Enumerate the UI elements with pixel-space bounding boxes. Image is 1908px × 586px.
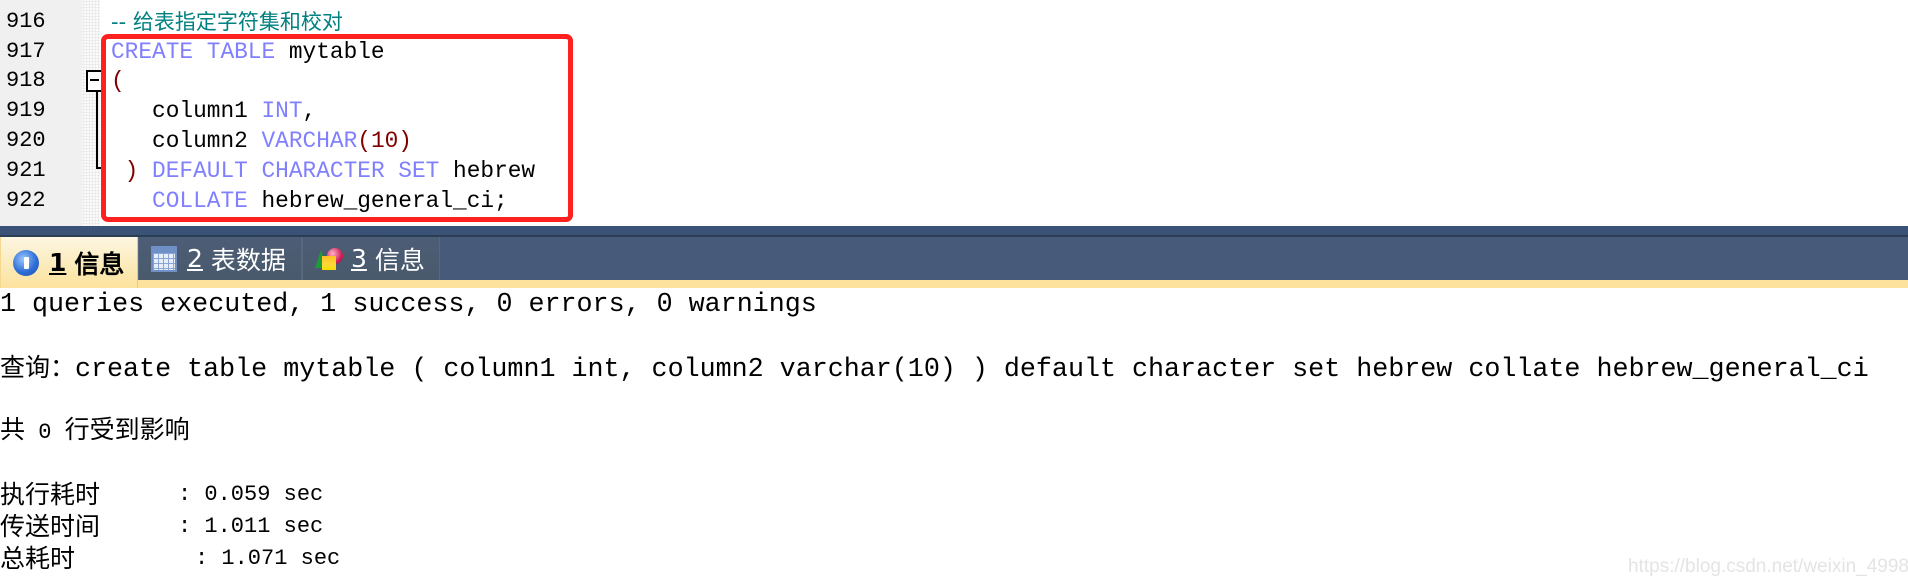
tabbar-top-border (0, 226, 1908, 235)
line-number: 920 (6, 128, 46, 153)
tab-messages-3[interactable]: 3 信息 (302, 237, 440, 280)
timing-value: : 1.071 sec (195, 546, 341, 571)
tab-messages-1[interactable]: 1 信息 (0, 237, 138, 288)
affected-prefix: 共 (0, 415, 26, 444)
tab-number: 1 (49, 248, 67, 277)
line-number: 919 (6, 98, 46, 123)
tab-label: 信息 (74, 249, 125, 279)
timing-value: : 0.059 sec (178, 482, 324, 507)
timing-value: : 1.011 sec (178, 514, 324, 539)
line-number: 916 (6, 9, 46, 34)
fold-collapse-icon[interactable] (86, 70, 103, 92)
query-label: 查询： (0, 353, 76, 382)
fold-guide-end (96, 167, 103, 169)
query-text: create table mytable ( column1 int, colu… (75, 355, 1869, 385)
code-text: ( (111, 66, 125, 96)
result-messages-pane[interactable]: 1 queries executed, 1 success, 0 errors,… (0, 288, 1908, 586)
sql-keyword: VARCHAR (261, 128, 358, 154)
affected-rows-line: 共 0 行受到影响 (0, 414, 190, 449)
tab-label: 表数据 (210, 245, 286, 275)
identifier: hebrew_general_ci; (247, 188, 508, 214)
code-text: CREATE TABLE mytable (111, 37, 385, 67)
timing-label: 执行耗时 (0, 480, 101, 509)
line-number: 917 (6, 39, 46, 64)
identifier: column1 (152, 98, 262, 124)
tab-label: 信息 (374, 245, 425, 275)
sql-keyword: INT (261, 98, 303, 124)
sql-keyword: CREATE TABLE (111, 39, 276, 65)
identifier: column2 (152, 128, 262, 154)
code-line[interactable]: 919 column1 INT, (0, 96, 1908, 126)
code-text: ) DEFAULT CHARACTER SET hebrew (111, 156, 535, 186)
tabbar-bottom-border (0, 280, 1908, 288)
tab-table-data[interactable]: 2 表数据 (138, 237, 302, 280)
tab-number: 2 (187, 244, 203, 273)
info-icon (13, 249, 39, 276)
paren: ) (111, 158, 139, 184)
tab-number: 3 (351, 244, 367, 273)
code-line[interactable]: 920 column2 VARCHAR(10) (0, 126, 1908, 156)
affected-suffix: 行受到影响 (64, 415, 190, 444)
watermark: https://blog.csdn.net/weixin_49984044 (1628, 556, 1908, 577)
timing-label: 传送时间 (0, 512, 101, 541)
code-line[interactable]: 916 -- 给表指定字符集和校对 (0, 7, 1908, 37)
code-line[interactable]: 921 ) DEFAULT CHARACTER SET hebrew (0, 156, 1908, 186)
execution-summary: 1 queries executed, 1 success, 0 errors,… (0, 290, 817, 320)
code-text: COLLATE hebrew_general_ci; (111, 186, 508, 216)
code-text: column2 VARCHAR(10) (111, 126, 412, 156)
sql-comment: -- 给表指定字符集和校对 (111, 10, 343, 34)
fold-guide-line (96, 91, 98, 169)
identifier: mytable (275, 39, 385, 65)
code-line[interactable]: 917 CREATE TABLE mytable (0, 37, 1908, 67)
affected-count: 0 (25, 420, 65, 445)
code-line[interactable]: 918 ( (0, 66, 1908, 96)
line-number: 922 (6, 188, 46, 213)
shapes-icon (315, 246, 343, 272)
sql-editor[interactable]: 916 -- 给表指定字符集和校对 917 CREATE TABLE mytab… (0, 0, 1908, 226)
code-line[interactable]: 922 COLLATE hebrew_general_ci; (0, 186, 1908, 216)
timing-label: 总耗时 (0, 544, 76, 573)
table-grid-icon (151, 245, 177, 272)
code-text: column1 INT, (111, 96, 316, 126)
sql-keyword: DEFAULT CHARACTER SET (138, 158, 440, 184)
paren: ( (111, 68, 125, 94)
paren: (10) (357, 128, 412, 154)
line-number: 918 (6, 68, 46, 93)
sql-keyword: COLLATE (152, 188, 248, 214)
identifier: hebrew (439, 158, 536, 184)
punctuation: , (302, 98, 317, 124)
line-number: 921 (6, 158, 46, 183)
query-line: 查询：create table mytable ( column1 int, c… (0, 352, 1869, 386)
